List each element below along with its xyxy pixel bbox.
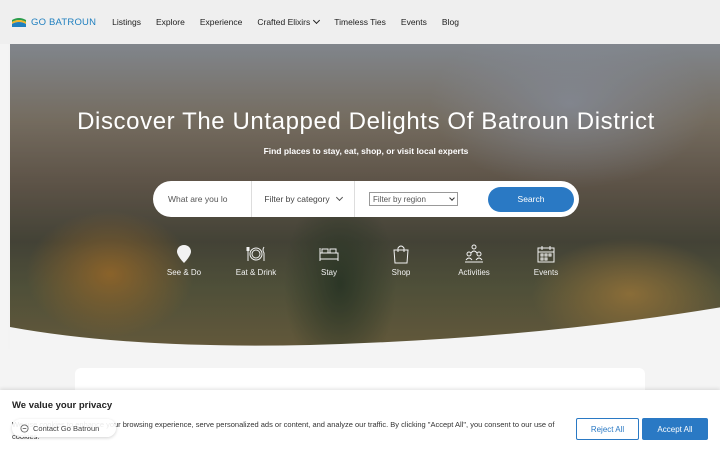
search-button[interactable]: Search xyxy=(488,186,574,212)
category-eat-and-drink[interactable]: Eat & Drink xyxy=(221,244,291,277)
search-bar: Filter by category Filter by region Sear… xyxy=(153,181,579,217)
nav-item-experience[interactable]: Experience xyxy=(200,17,243,27)
category-filter-dropdown[interactable]: Filter by category xyxy=(252,181,355,217)
accept-all-button[interactable]: Accept All xyxy=(642,418,708,440)
contact-button[interactable]: Contact Go Batroun xyxy=(12,419,116,437)
hero-wave-divider xyxy=(10,307,720,349)
category-label: Eat & Drink xyxy=(235,268,277,277)
category-label: See & Do xyxy=(166,268,202,277)
nav-item-events[interactable]: Events xyxy=(401,17,427,27)
nav-item-label: Explore xyxy=(156,17,185,27)
region-filter-select[interactable]: Filter by region xyxy=(369,192,458,206)
plate-cutlery-icon xyxy=(246,246,265,261)
main-nav: Listings Explore Experience Crafted Elix… xyxy=(112,16,474,27)
chevron-down-icon xyxy=(449,195,455,201)
category-activities[interactable]: Activities xyxy=(439,244,509,277)
hero-title: Discover The Untapped Delights Of Batrou… xyxy=(77,108,655,135)
category-label: Shop xyxy=(391,268,411,277)
nav-item-explore[interactable]: Explore xyxy=(156,17,185,27)
map-pin-icon xyxy=(177,245,191,263)
nav-item-crafted-elixirs[interactable]: Crafted Elixirs xyxy=(257,16,321,27)
nav-item-blog[interactable]: Blog xyxy=(442,17,459,27)
reject-all-button[interactable]: Reject All xyxy=(576,418,639,440)
region-filter-label: Filter by region xyxy=(373,194,426,204)
contact-label: Contact Go Batroun xyxy=(33,423,100,433)
category-label: Activities xyxy=(458,268,490,277)
chevron-down-icon xyxy=(335,193,343,202)
category-filter-label: Filter by category xyxy=(264,194,330,204)
top-navigation-bar: GO BATROUN Listings Explore Experience C… xyxy=(0,0,720,44)
chat-icon xyxy=(20,423,29,433)
search-input[interactable] xyxy=(155,181,252,217)
category-see-and-do[interactable]: See & Do xyxy=(149,244,219,277)
site-logo[interactable]: GO BATROUN xyxy=(12,17,96,28)
nav-item-label: Experience xyxy=(199,17,243,27)
people-group-icon xyxy=(465,244,483,263)
calendar-icon xyxy=(537,246,555,263)
bed-icon xyxy=(319,248,339,261)
category-stay[interactable]: Stay xyxy=(294,244,364,277)
cookie-title: We value your privacy xyxy=(12,400,113,411)
nav-item-label: Listings xyxy=(112,17,141,27)
category-label: Stay xyxy=(320,268,337,277)
nav-item-timeless-ties[interactable]: Timeless Ties xyxy=(334,17,386,27)
category-shop[interactable]: Shop xyxy=(366,244,436,277)
nav-item-label: Events xyxy=(400,17,427,27)
nav-item-label: Blog xyxy=(441,17,459,27)
nav-item-label: Crafted Elixirs xyxy=(257,17,311,27)
logo-mark-icon xyxy=(12,18,26,27)
nav-item-label: Timeless Ties xyxy=(334,17,386,27)
category-label: Events xyxy=(533,268,559,277)
nav-item-listings[interactable]: Listings xyxy=(112,17,141,27)
brand-name: GO BATROUN xyxy=(31,16,97,28)
category-events[interactable]: Events xyxy=(511,244,581,277)
hero-section: Discover The Untapped Delights Of Batrou… xyxy=(8,44,720,349)
hero-subtitle: Find places to stay, eat, shop, or visit… xyxy=(263,146,469,156)
shopping-bag-icon xyxy=(393,245,409,264)
chevron-down-icon xyxy=(313,16,321,25)
